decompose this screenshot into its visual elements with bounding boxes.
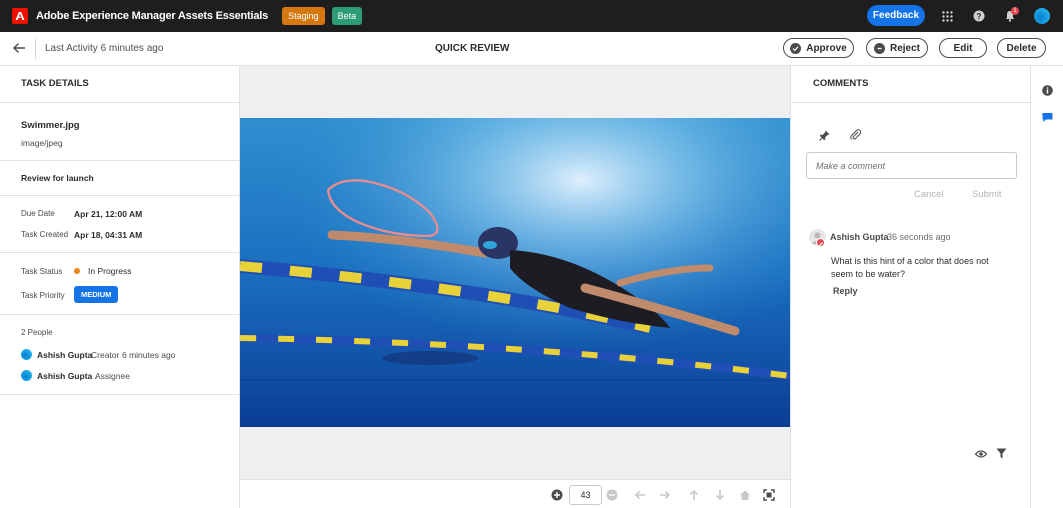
viewer-toolbar: 43: [240, 479, 790, 508]
comments-heading: COMMENTS: [813, 78, 869, 89]
task-status-value: In Progress: [88, 266, 132, 276]
back-arrow-icon[interactable]: [12, 41, 26, 58]
notification-badge: 1: [1011, 7, 1019, 15]
checkmark-circle-icon: [790, 42, 802, 54]
arrow-right-icon[interactable]: [659, 489, 671, 501]
task-details-header: TASK DETAILS: [0, 66, 239, 103]
page-title: QUICK REVIEW: [435, 43, 510, 54]
fit-screen-icon[interactable]: [763, 489, 775, 501]
divider: [35, 39, 36, 59]
avatar: [21, 370, 32, 381]
submit-button[interactable]: Submit: [972, 189, 1002, 200]
arrow-down-icon[interactable]: [714, 489, 726, 501]
task-details-heading: TASK DETAILS: [21, 78, 89, 89]
asset-image[interactable]: [240, 118, 790, 427]
approve-label: Approve: [806, 42, 847, 54]
pin-icon[interactable]: [819, 130, 830, 144]
reject-button[interactable]: Reject: [866, 38, 928, 58]
comment-icon[interactable]: [1042, 112, 1053, 126]
divider: [791, 102, 1030, 103]
cancel-button[interactable]: Cancel: [914, 189, 944, 200]
eye-icon[interactable]: [974, 449, 988, 462]
image-viewer: 43: [240, 66, 790, 508]
person-role: Creator: [91, 350, 120, 360]
help-icon[interactable]: ?: [972, 9, 986, 23]
feedback-button[interactable]: Feedback: [867, 5, 925, 26]
person-name: Ashish Gupta .: [37, 371, 97, 381]
info-icon[interactable]: [1042, 85, 1053, 99]
zoom-in-icon[interactable]: [551, 489, 563, 501]
review-section: Review for launch: [0, 161, 239, 196]
review-name: Review for launch: [21, 173, 94, 183]
file-section: Swimmer.jpg image/jpeg: [0, 103, 239, 161]
right-rail: [1031, 66, 1063, 508]
task-details-panel: TASK DETAILS Swimmer.jpg image/jpeg Revi…: [0, 66, 240, 508]
due-date-label: Due Date: [21, 209, 55, 218]
comment-text: What is this hint of a color that does n…: [831, 256, 989, 279]
apps-grid-icon[interactable]: [940, 9, 954, 23]
person-time: 6 minutes ago: [122, 350, 176, 360]
status-section: Task Status In Progress Task Priority ME…: [0, 253, 239, 315]
task-created-value: Apr 18, 04:31 AM: [74, 230, 143, 240]
beta-badge: Beta: [331, 7, 363, 25]
comment-input[interactable]: Make a comment: [806, 152, 1017, 179]
due-date-value: Apr 21, 12:00 AM: [74, 209, 143, 219]
reject-label: Reject: [889, 42, 920, 54]
task-priority-label: Task Priority: [21, 291, 65, 300]
task-status-label: Task Status: [21, 267, 63, 276]
comment-author: Ashish Gupta: [830, 232, 889, 242]
people-section: 2 People Ashish Gupta Creator 6 minutes …: [0, 315, 239, 395]
zoom-out-icon[interactable]: [606, 489, 618, 501]
subheader: Last Activity 6 minutes ago QUICK REVIEW…: [0, 32, 1063, 66]
dates-section: Due Date Apr 21, 12:00 AM Task Created A…: [0, 196, 239, 253]
adobe-logo-icon[interactable]: [12, 8, 28, 24]
app-title[interactable]: Adobe Experience Manager Assets Essentia…: [36, 10, 268, 22]
task-created-label: Task Created: [21, 230, 69, 239]
staging-badge: Staging: [282, 7, 325, 25]
home-icon[interactable]: [739, 489, 751, 501]
approve-button[interactable]: Approve: [783, 38, 854, 58]
edit-button[interactable]: Edit: [939, 38, 987, 58]
svg-text:?: ?: [977, 12, 982, 21]
attachment-icon[interactable]: [850, 129, 862, 144]
priority-badge: MEDIUM: [74, 286, 119, 303]
arrow-left-icon[interactable]: [634, 489, 646, 501]
file-name: Swimmer.jpg: [21, 120, 80, 131]
minus-circle-icon: [873, 42, 885, 54]
person-role: Assignee: [95, 371, 130, 381]
reply-button[interactable]: Reply: [833, 286, 858, 296]
avatar: [21, 349, 32, 360]
comment-time: 36 seconds ago: [887, 232, 951, 242]
last-activity: Last Activity 6 minutes ago: [45, 43, 164, 54]
user-avatar[interactable]: [1034, 8, 1050, 24]
comments-panel: COMMENTS Make a comment Cancel Submit As…: [790, 66, 1031, 508]
delete-button[interactable]: Delete: [997, 38, 1046, 58]
file-type: image/jpeg: [21, 138, 63, 148]
annotation-badge-icon: [816, 238, 825, 247]
filter-icon[interactable]: [996, 448, 1007, 462]
people-count: 2 People: [21, 328, 53, 337]
arrow-up-icon[interactable]: [688, 489, 700, 501]
status-dot: [74, 268, 80, 274]
person-name: Ashish Gupta: [37, 350, 93, 360]
zoom-input[interactable]: 43: [569, 485, 602, 505]
